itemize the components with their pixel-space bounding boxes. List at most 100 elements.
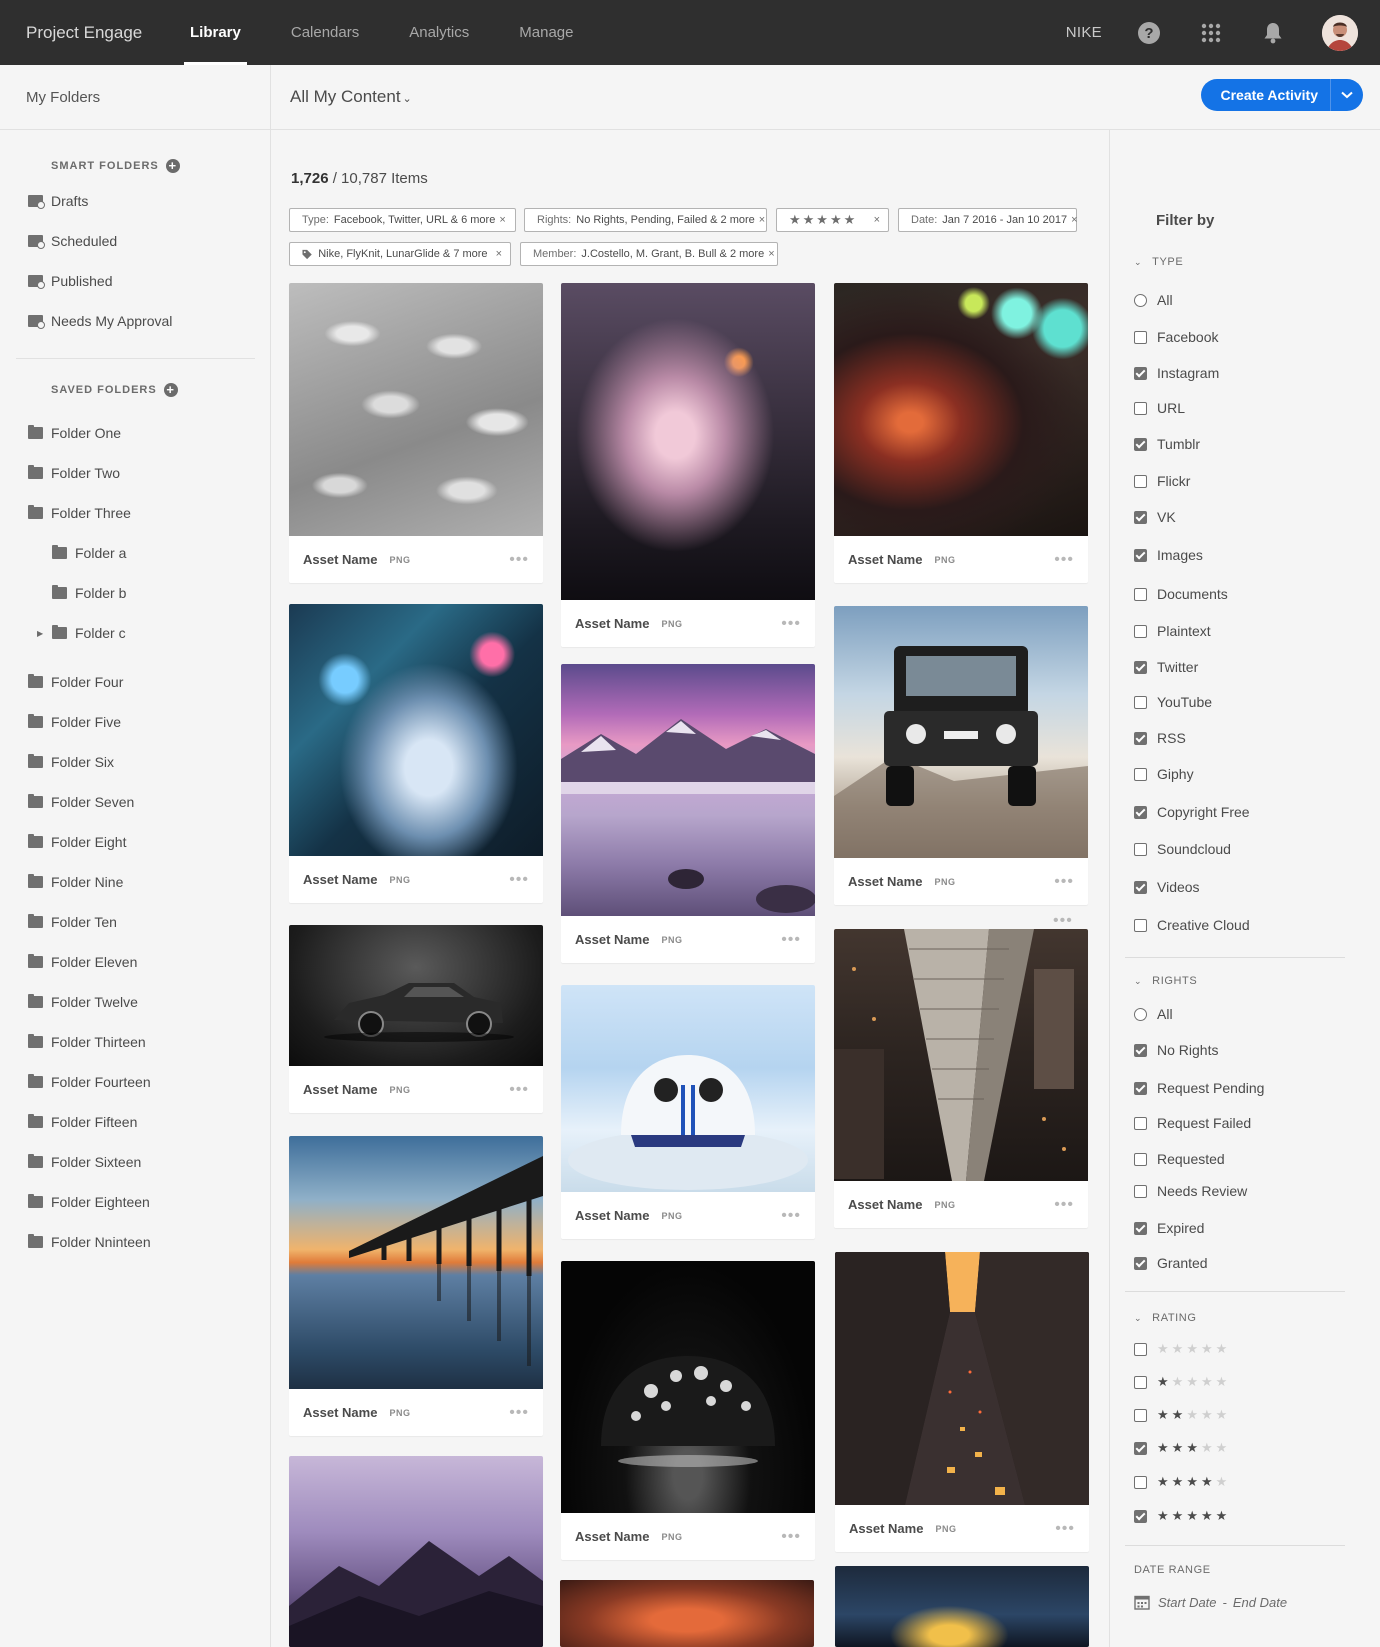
expand-caret-icon[interactable]: ▶	[37, 629, 43, 638]
checkbox-checked-icon[interactable]	[1134, 1441, 1147, 1455]
sidebar-item-folder-one[interactable]: Folder One	[0, 413, 271, 453]
asset-thumbnail[interactable]	[561, 1261, 815, 1513]
asset-thumbnail[interactable]	[289, 1456, 543, 1647]
rights-all-radio[interactable]: All	[1134, 1004, 1173, 1024]
checkbox-icon[interactable]	[1134, 474, 1147, 488]
filter-option-flickr[interactable]: Flickr	[1134, 471, 1190, 491]
more-options-icon[interactable]: •••	[509, 551, 529, 567]
org-switcher[interactable]: NIKE	[1066, 24, 1102, 41]
asset-card[interactable]: Asset Name PNG •••	[289, 604, 543, 903]
filter-option-copyright-free[interactable]: Copyright Free	[1134, 802, 1250, 822]
close-icon[interactable]: ×	[768, 248, 774, 260]
nav-analytics[interactable]: Analytics	[403, 0, 475, 65]
checkbox-checked-icon[interactable]	[1134, 731, 1147, 745]
date-filter-chip[interactable]: Date: Jan 7 2016 - Jan 10 2017 ×	[898, 208, 1078, 232]
filter-option-youtube[interactable]: YouTube	[1134, 692, 1212, 712]
checkbox-checked-icon[interactable]	[1134, 1256, 1147, 1270]
sidebar-item-folder-four[interactable]: Folder Four	[0, 662, 271, 702]
sidebar-item-folder-nninteen[interactable]: Folder Nninteen	[0, 1222, 271, 1262]
more-options-icon[interactable]: •••	[1055, 1520, 1075, 1536]
filter-option-request-failed[interactable]: Request Failed	[1134, 1113, 1251, 1133]
asset-card[interactable]: Asset Name PNG •••	[561, 985, 815, 1239]
more-options-icon[interactable]: •••	[509, 871, 529, 887]
type-all-radio[interactable]: All	[1134, 290, 1173, 310]
member-filter-chip[interactable]: Member: J.Costello, M. Grant, B. Bull & 2…	[520, 242, 778, 266]
bell-icon[interactable]	[1260, 20, 1286, 46]
sidebar-item-folder-seven[interactable]: Folder Seven	[0, 782, 271, 822]
close-icon[interactable]: ×	[499, 214, 505, 226]
filter-option-plaintext[interactable]: Plaintext	[1134, 621, 1211, 641]
content-scope-dropdown[interactable]: All My Content ⌄	[290, 87, 412, 107]
date-range-picker[interactable]: Start Date - End Date	[1134, 1594, 1287, 1610]
asset-thumbnail[interactable]	[561, 283, 815, 600]
sidebar-item-folder-eight[interactable]: Folder Eight	[0, 822, 271, 862]
more-options-icon[interactable]: •••	[781, 1207, 801, 1223]
filter-option-creative-cloud[interactable]: Creative Cloud	[1134, 915, 1250, 935]
asset-card[interactable]: Asset Name PNG •••	[289, 925, 543, 1113]
more-options-icon[interactable]: •••	[509, 1404, 529, 1420]
asset-card[interactable]: Asset Name PNG •••	[834, 606, 1088, 905]
checkbox-icon[interactable]	[1134, 695, 1147, 709]
sidebar-item-needs-my-approval[interactable]: Needs My Approval	[0, 301, 271, 341]
filter-option-requested[interactable]: Requested	[1134, 1149, 1225, 1169]
sidebar-item-folder-ten[interactable]: Folder Ten	[0, 902, 271, 942]
filter-option-vk[interactable]: VK	[1134, 507, 1176, 527]
type-filter-chip[interactable]: Type: Facebook, Twitter, URL & 6 more ×	[289, 208, 516, 232]
rating-option[interactable]: ★★★★★	[1134, 1472, 1230, 1492]
sidebar-item-folder-three[interactable]: Folder Three	[0, 493, 271, 533]
checkbox-checked-icon[interactable]	[1134, 805, 1147, 819]
asset-card[interactable]: Asset Name PNG •••	[834, 929, 1088, 1228]
nav-calendars[interactable]: Calendars	[285, 0, 365, 65]
checkbox-icon[interactable]	[1134, 1152, 1147, 1166]
checkbox-checked-icon[interactable]	[1134, 437, 1147, 451]
filter-option-facebook[interactable]: Facebook	[1134, 327, 1218, 347]
filter-option-soundcloud[interactable]: Soundcloud	[1134, 839, 1231, 859]
asset-card[interactable]: Asset Name PNG •••	[561, 664, 815, 963]
start-date-input[interactable]: Start Date	[1158, 1595, 1217, 1610]
checkbox-checked-icon[interactable]	[1134, 1043, 1147, 1057]
filter-option-rss[interactable]: RSS	[1134, 728, 1186, 748]
close-icon[interactable]: ×	[759, 214, 765, 226]
asset-thumbnail[interactable]	[834, 929, 1088, 1181]
help-icon[interactable]: ?	[1136, 20, 1162, 46]
close-icon[interactable]: ×	[874, 214, 880, 226]
asset-card[interactable]: Asset Name PNG •••	[834, 283, 1088, 583]
filter-option-url[interactable]: URL	[1134, 398, 1185, 418]
more-options-icon[interactable]: •••	[1053, 912, 1073, 930]
create-activity-button[interactable]: Create Activity	[1201, 79, 1363, 111]
sidebar-item-folder-b[interactable]: Folder b	[0, 573, 271, 613]
type-section-header[interactable]: ⌄ TYPE	[1134, 256, 1183, 268]
checkbox-icon[interactable]	[1134, 1342, 1147, 1356]
asset-card[interactable]	[289, 1456, 543, 1647]
checkbox-checked-icon[interactable]	[1134, 1221, 1147, 1235]
checkbox-icon[interactable]	[1134, 330, 1147, 344]
filter-option-images[interactable]: Images	[1134, 545, 1203, 565]
rights-filter-chip[interactable]: Rights: No Rights, Pending, Failed & 2 mo…	[524, 208, 767, 232]
filter-option-twitter[interactable]: Twitter	[1134, 657, 1198, 677]
filter-option-no-rights[interactable]: No Rights	[1134, 1040, 1218, 1060]
checkbox-icon[interactable]	[1134, 1408, 1147, 1422]
checkbox-icon[interactable]	[1134, 918, 1147, 932]
filter-option-instagram[interactable]: Instagram	[1134, 363, 1219, 383]
asset-card[interactable]: Asset Name PNG •••	[835, 1252, 1089, 1552]
asset-thumbnail[interactable]	[834, 606, 1088, 858]
sidebar-item-folder-two[interactable]: Folder Two	[0, 453, 271, 493]
add-saved-folder-icon[interactable]: +	[163, 383, 178, 397]
sidebar-item-folder-twelve[interactable]: Folder Twelve	[0, 982, 271, 1022]
checkbox-icon[interactable]	[1134, 767, 1147, 781]
asset-thumbnail[interactable]	[289, 1136, 543, 1389]
more-options-icon[interactable]: •••	[781, 615, 801, 631]
sidebar-item-folder-fifteen[interactable]: Folder Fifteen	[0, 1102, 271, 1142]
checkbox-checked-icon[interactable]	[1134, 510, 1147, 524]
rating-option[interactable]: ★★★★★	[1134, 1339, 1230, 1359]
asset-thumbnail[interactable]	[561, 985, 815, 1192]
asset-card[interactable]	[835, 1566, 1089, 1647]
sidebar-item-folder-c[interactable]: ▶ Folder c	[0, 613, 271, 653]
filter-option-needs-review[interactable]: Needs Review	[1134, 1181, 1247, 1201]
checkbox-checked-icon[interactable]	[1134, 548, 1147, 562]
checkbox-checked-icon[interactable]	[1134, 1509, 1147, 1523]
checkbox-icon[interactable]	[1134, 624, 1147, 638]
asset-card[interactable]: Asset Name PNG •••	[289, 283, 543, 583]
sidebar-item-folder-eighteen[interactable]: Folder Eighteen	[0, 1182, 271, 1222]
asset-thumbnail[interactable]	[561, 664, 815, 916]
